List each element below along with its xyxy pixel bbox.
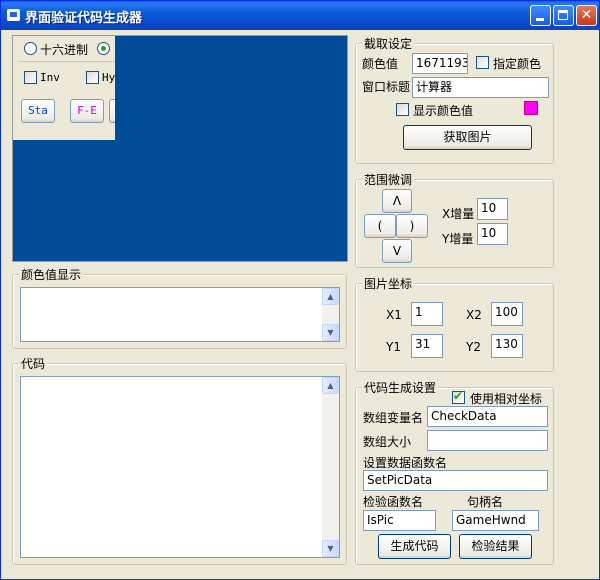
inv-checkbox — [24, 71, 37, 84]
range-adjust-title: 范围微调 — [362, 171, 415, 188]
hex-radio — [24, 42, 37, 55]
check-func-field[interactable]: IsPic — [363, 510, 436, 531]
show-color-checkbox[interactable] — [396, 103, 409, 116]
close-button[interactable]: ✕ — [576, 5, 597, 26]
nudge-up-button[interactable]: Λ — [382, 189, 412, 213]
array-var-label: 数组变量名 — [363, 411, 424, 425]
window-title-field[interactable]: 计算器 — [412, 77, 549, 98]
preview-divider — [19, 61, 115, 62]
check-func-label: 检验函数名 — [363, 495, 424, 509]
scroll-down-icon[interactable]: ▼ — [322, 324, 339, 341]
nudge-down-button[interactable]: V — [382, 239, 412, 263]
inv-checkbox-label: Inv — [40, 71, 60, 84]
capture-settings-title: 截取设定 — [362, 35, 415, 52]
sta-button-preview: Sta — [21, 99, 55, 123]
minimize-button[interactable] — [530, 5, 551, 26]
hy-checkbox — [86, 71, 99, 84]
specify-color-label: 指定颜色 — [493, 57, 542, 71]
show-color-label: 显示颜色值 — [413, 104, 474, 118]
y2-field[interactable]: 130 — [491, 334, 523, 358]
app-window: 界面验证代码生成器 ✕ 十六进制 Inv Hy Sta F-E 颜色值显示 ▲ … — [0, 0, 600, 580]
color-display-scrollbar[interactable]: ▲ ▼ — [322, 288, 339, 341]
image-coords-group: 图片坐标 X1 1 X2 100 Y1 31 Y2 130 — [355, 275, 554, 372]
color-display-group: 颜色值显示 ▲ ▼ — [12, 266, 347, 349]
color-display-title: 颜色值显示 — [19, 266, 84, 283]
hex-radio-label: 十六进制 — [40, 43, 89, 57]
hy-checkbox-label: Hy — [102, 71, 115, 84]
x-increment-field[interactable]: 10 — [477, 198, 508, 220]
verify-result-button[interactable]: 检验结果 — [459, 534, 532, 559]
app-icon — [7, 9, 20, 21]
y1-label: Y1 — [386, 340, 401, 354]
get-image-button[interactable]: 获取图片 — [403, 125, 532, 150]
code-group: 代码 ▲ ▼ — [12, 355, 347, 565]
code-title: 代码 — [19, 355, 48, 372]
code-scrollbar[interactable]: ▲ ▼ — [322, 377, 339, 557]
image-coords-title: 图片坐标 — [362, 275, 415, 292]
x2-field[interactable]: 100 — [491, 302, 523, 326]
captured-screenshot: 十六进制 Inv Hy Sta F-E — [13, 36, 115, 140]
array-var-field[interactable]: CheckData — [427, 406, 548, 427]
specify-color-checkbox[interactable] — [476, 56, 489, 69]
code-textarea[interactable]: ▲ ▼ — [20, 376, 340, 558]
image-preview: 十六进制 Inv Hy Sta F-E — [12, 35, 348, 262]
relative-coords-checkbox[interactable] — [452, 389, 465, 404]
y-increment-label: Y增量 — [442, 232, 474, 246]
y1-field[interactable]: 31 — [411, 334, 443, 358]
x1-field[interactable]: 1 — [411, 302, 443, 326]
x-increment-label: X增量 — [442, 207, 475, 221]
handle-field[interactable]: GameHwnd — [452, 510, 539, 531]
preview-button-partial — [109, 99, 115, 123]
scroll-up-icon[interactable]: ▲ — [322, 288, 339, 305]
nudge-left-button[interactable]: ( — [364, 214, 396, 238]
maximize-button[interactable] — [553, 5, 574, 26]
nudge-right-button[interactable]: ) — [396, 214, 428, 238]
codegen-settings-group: 代码生成设置 使用相对坐标 数组变量名 CheckData 数组大小 设置数据函… — [355, 379, 554, 565]
array-size-field[interactable] — [427, 430, 548, 451]
set-func-label: 设置数据函数名 — [363, 456, 448, 470]
color-value-field[interactable]: 16711935 — [412, 53, 468, 74]
title-bar: 界面验证代码生成器 ✕ — [1, 1, 599, 30]
scroll-down-icon[interactable]: ▼ — [322, 540, 339, 557]
window-title-label: 窗口标题 — [362, 80, 411, 94]
relative-coords-label: 使用相对坐标 — [470, 392, 543, 406]
array-size-label: 数组大小 — [363, 435, 412, 449]
handle-label: 句柄名 — [467, 495, 504, 509]
scroll-up-icon[interactable]: ▲ — [322, 377, 339, 394]
color-display-textarea[interactable]: ▲ ▼ — [20, 287, 340, 342]
x2-label: X2 — [466, 308, 482, 322]
y-increment-field[interactable]: 10 — [477, 223, 508, 245]
fe-button-preview: F-E — [70, 99, 104, 123]
generate-code-button[interactable]: 生成代码 — [378, 534, 451, 559]
window-title: 界面验证代码生成器 — [25, 11, 143, 26]
color-value-label: 颜色值 — [362, 57, 399, 71]
range-adjust-group: 范围微调 Λ ( ) V X增量 10 Y增量 10 — [355, 171, 554, 268]
y2-label: Y2 — [466, 340, 481, 354]
codegen-settings-title: 代码生成设置 — [362, 379, 439, 396]
set-func-field[interactable]: SetPicData — [363, 470, 548, 491]
x1-label: X1 — [386, 308, 402, 322]
capture-settings-group: 截取设定 颜色值 16711935 指定颜色 窗口标题 计算器 显示颜色值 获取… — [355, 35, 554, 164]
color-swatch — [524, 101, 538, 115]
dec-radio — [97, 42, 110, 55]
